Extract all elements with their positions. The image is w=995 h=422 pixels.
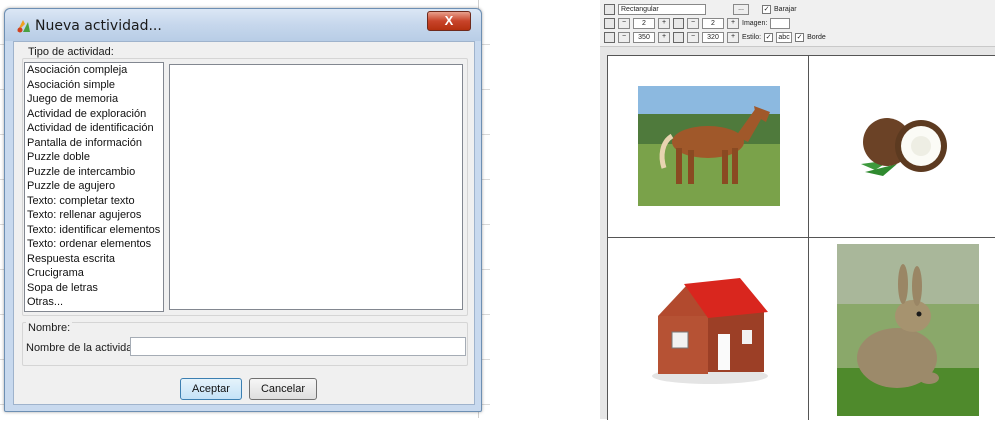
- activity-type-item[interactable]: Texto: ordenar elementos: [25, 237, 163, 252]
- activity-type-item[interactable]: Texto: completar texto: [25, 194, 163, 209]
- rows-icon: [604, 17, 615, 29]
- horse-image: [638, 86, 780, 206]
- rows-input[interactable]: 2: [633, 17, 655, 29]
- activity-type-item[interactable]: Puzzle de intercambio: [25, 165, 163, 180]
- rows-increment-button[interactable]: +: [658, 17, 670, 29]
- cols-increment-button[interactable]: +: [727, 17, 739, 29]
- height-icon: [673, 31, 684, 43]
- name-section-label: Nombre:: [26, 322, 73, 334]
- style-label: Estilo:: [742, 33, 762, 41]
- activity-type-item[interactable]: Pantalla de información: [25, 136, 163, 151]
- cell-rabbit[interactable]: [809, 238, 995, 419]
- height-decrement-button[interactable]: −: [687, 31, 699, 43]
- activity-type-item[interactable]: Juego de memoria: [25, 92, 163, 107]
- activity-type-list[interactable]: Asociación compleja Asociación simple Jueg…: [24, 62, 164, 312]
- activity-preview-panel: [169, 64, 463, 310]
- width-increment-button[interactable]: +: [658, 31, 670, 43]
- shape-options-button[interactable]: ...: [733, 3, 749, 15]
- shape-select[interactable]: Rectangular: [618, 3, 706, 15]
- activity-type-item[interactable]: Puzzle de agujero: [25, 179, 163, 194]
- image-label: Imagen:: [742, 19, 768, 27]
- editor-toolbar: Rectangular ... ✓ Barajar − 2 + − 2 + Im…: [600, 0, 995, 46]
- style-checkbox[interactable]: ✓: [764, 32, 774, 42]
- activity-editor: Rectangular ... ✓ Barajar − 2 + − 2 + Im…: [600, 0, 995, 420]
- style-sample[interactable]: abc: [776, 31, 793, 43]
- dialog-title: Nueva actividad...: [35, 18, 162, 34]
- activity-type-item[interactable]: Actividad de identificación: [25, 121, 163, 136]
- rabbit-image: [837, 244, 979, 416]
- shuffle-label: Barajar: [774, 5, 797, 13]
- shape-icon: [604, 3, 615, 15]
- cancel-button[interactable]: Cancelar: [249, 378, 317, 400]
- house-image: [652, 278, 768, 384]
- image-picker[interactable]: [770, 17, 791, 29]
- border-checkbox[interactable]: ✓: [795, 32, 805, 42]
- activity-type-item[interactable]: Asociación compleja: [25, 63, 163, 78]
- board-horizontal-divider: [608, 237, 995, 238]
- shuffle-checkbox[interactable]: ✓: [762, 4, 771, 14]
- rows-decrement-button[interactable]: −: [618, 17, 630, 29]
- height-input[interactable]: 320: [702, 31, 724, 43]
- width-decrement-button[interactable]: −: [618, 31, 630, 43]
- coconut-image: [861, 118, 947, 176]
- activity-type-item[interactable]: Actividad de exploración: [25, 107, 163, 122]
- cell-coconut[interactable]: [809, 56, 995, 237]
- width-icon: [604, 31, 615, 43]
- activity-type-item[interactable]: Texto: identificar elementos: [25, 223, 163, 238]
- height-increment-button[interactable]: +: [727, 31, 739, 43]
- cols-decrement-button[interactable]: −: [687, 17, 699, 29]
- app-icon: [17, 20, 30, 33]
- width-input[interactable]: 350: [633, 31, 655, 43]
- cell-house[interactable]: [608, 238, 808, 419]
- activity-name-label: Nombre de la actividad: [26, 342, 139, 354]
- accept-button[interactable]: Aceptar: [180, 378, 242, 400]
- columns-icon: [673, 17, 684, 29]
- cols-input[interactable]: 2: [702, 17, 724, 29]
- activity-board[interactable]: [607, 55, 995, 420]
- activity-type-item[interactable]: Respuesta escrita: [25, 252, 163, 267]
- dialog-body: Tipo de actividad: Asociación compleja As…: [13, 41, 475, 405]
- dialog-titlebar[interactable]: Nueva actividad... X: [5, 9, 481, 41]
- new-activity-dialog: Nueva actividad... X Tipo de actividad: …: [4, 8, 482, 412]
- activity-type-item[interactable]: Puzzle doble: [25, 150, 163, 165]
- activity-name-input[interactable]: [130, 337, 466, 356]
- activity-type-item[interactable]: Crucigrama: [25, 266, 163, 281]
- activity-type-item[interactable]: Sopa de letras: [25, 281, 163, 296]
- board-vertical-divider: [808, 56, 809, 420]
- border-label: Borde: [807, 33, 826, 41]
- activity-type-label: Tipo de actividad:: [26, 46, 116, 58]
- activity-type-item[interactable]: Otras...: [25, 295, 163, 310]
- activity-type-item[interactable]: Texto: rellenar agujeros: [25, 208, 163, 223]
- close-button[interactable]: X: [427, 11, 471, 31]
- board-area: [600, 46, 995, 420]
- cell-horse[interactable]: [608, 56, 808, 237]
- activity-type-item[interactable]: Asociación simple: [25, 78, 163, 93]
